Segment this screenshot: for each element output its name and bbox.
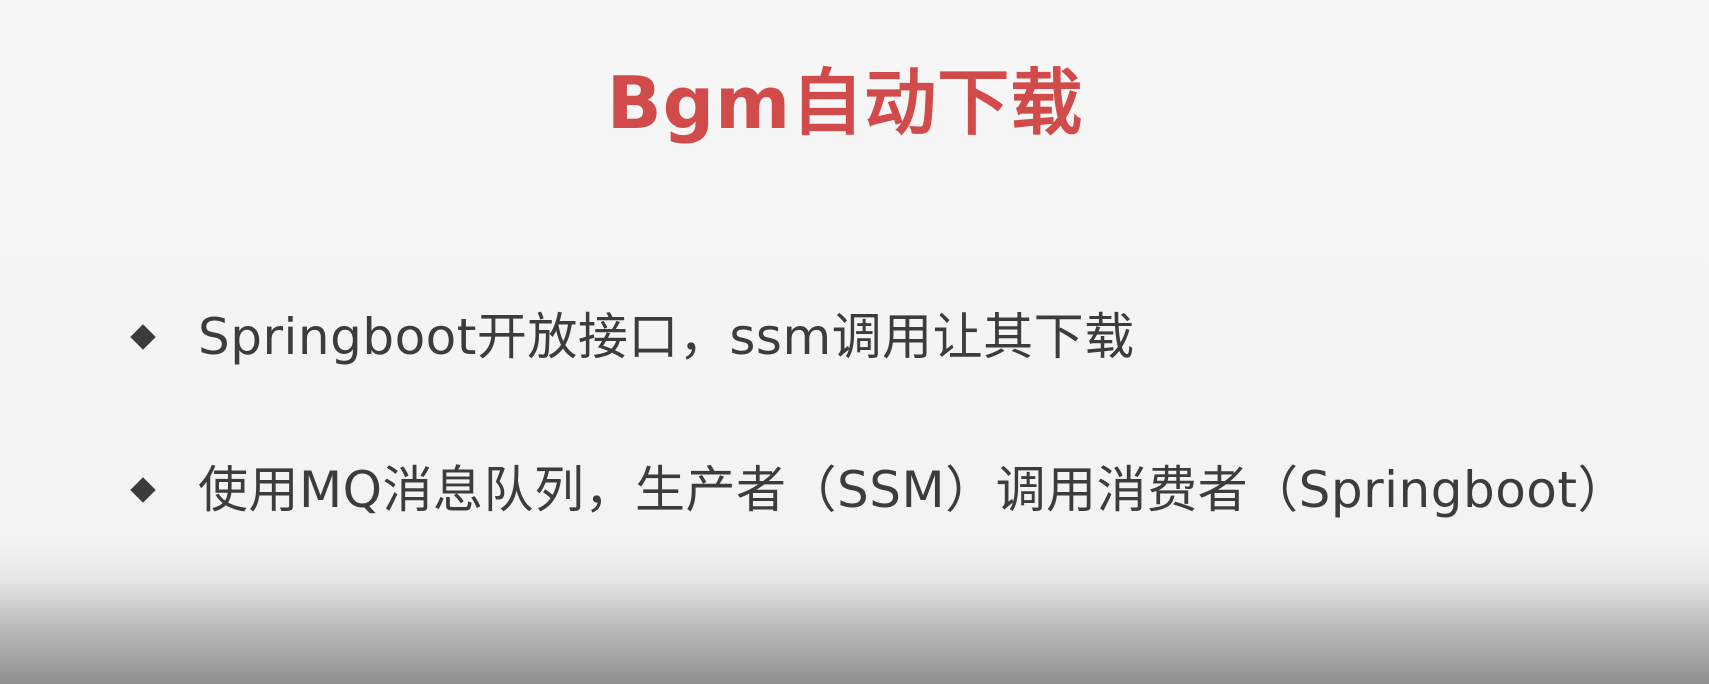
bullet-item: Springboot开放接口，ssm调用让其下载 xyxy=(126,305,1686,369)
slide-title: Bgm自动下载 xyxy=(606,61,1084,145)
bullet-text: Springboot开放接口，ssm调用让其下载 xyxy=(198,308,1135,366)
bullet-text: 使用MQ消息队列，生产者（SSM）调用消费者（Springboot） xyxy=(198,461,1628,519)
presentation-slide: Bgm自动下载 Springboot开放接口，ssm调用让其下载 使用MQ消息队… xyxy=(0,0,1709,684)
diamond-bullet-icon xyxy=(130,324,156,350)
diamond-bullet-icon xyxy=(130,477,156,503)
bullet-item: 使用MQ消息队列，生产者（SSM）调用消费者（Springboot） xyxy=(126,458,1686,522)
